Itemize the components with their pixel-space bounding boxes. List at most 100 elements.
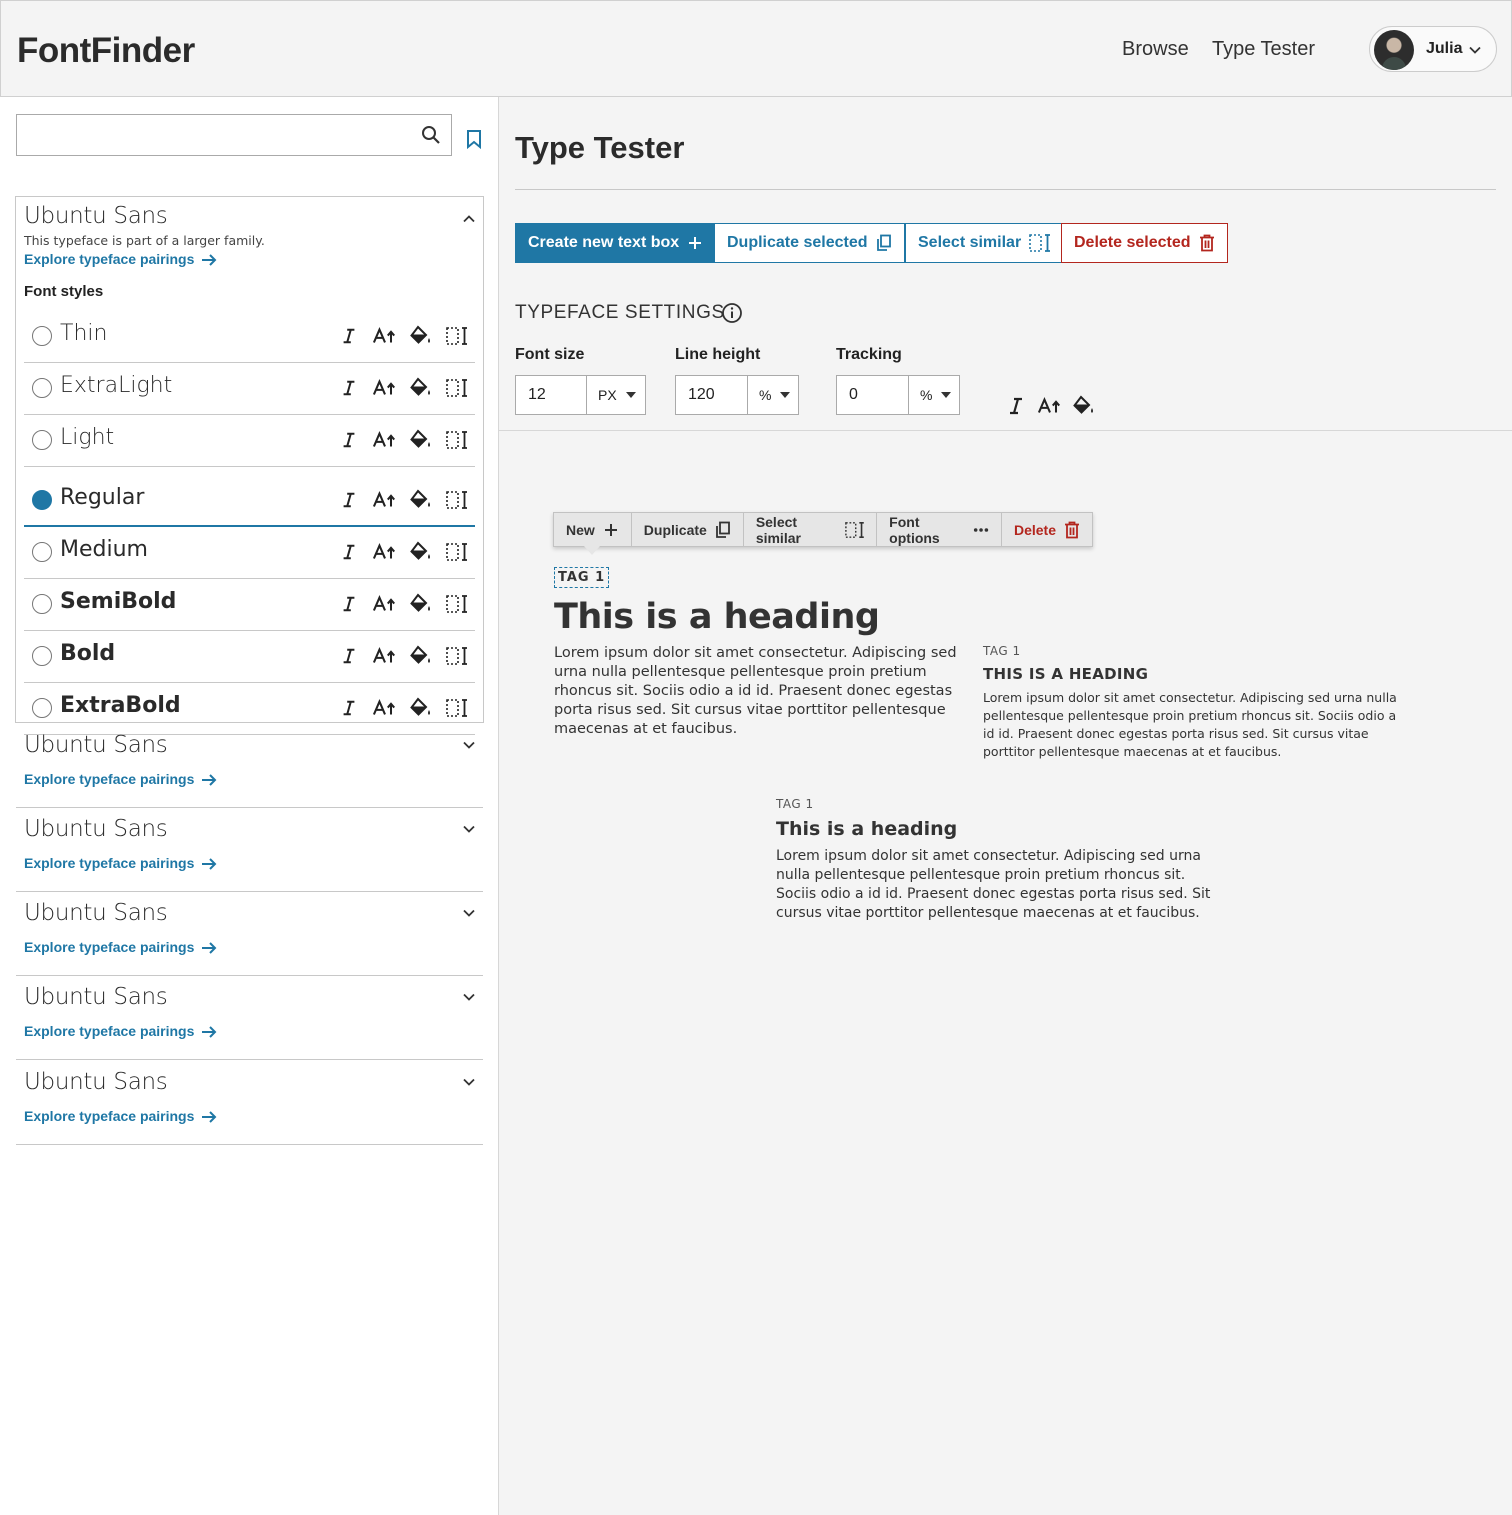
tracking-unit-select[interactable]: % [909, 375, 960, 415]
arrow-right-icon [202, 1111, 217, 1123]
context-duplicate-button[interactable]: Duplicate [632, 513, 744, 546]
arrow-right-icon [202, 1026, 217, 1038]
chevron-down-icon[interactable] [461, 821, 477, 837]
italic-icon[interactable] [1004, 394, 1028, 418]
select-text-icon[interactable] [445, 324, 469, 348]
italic-icon[interactable] [337, 540, 361, 564]
paint-bucket-icon[interactable] [409, 376, 433, 400]
chevron-down-icon[interactable] [461, 905, 477, 921]
paint-bucket-icon[interactable] [1072, 394, 1096, 418]
paint-bucket-icon[interactable] [409, 644, 433, 668]
font-style-row[interactable]: Bold [24, 631, 475, 683]
text-size-icon[interactable] [1038, 394, 1062, 418]
italic-icon[interactable] [337, 592, 361, 616]
context-delete-button[interactable]: Delete [1002, 513, 1092, 546]
bookmark-icon[interactable] [466, 129, 482, 149]
pairings-link[interactable]: Explore typeface pairings [24, 939, 218, 957]
font-style-row[interactable]: Regular [24, 475, 475, 527]
font-style-row[interactable]: ExtraLight [24, 363, 475, 415]
text-box-3-body[interactable]: Lorem ipsum dolor sit amet consectetur. … [776, 847, 1212, 923]
style-radio[interactable] [32, 542, 52, 562]
text-size-icon[interactable] [373, 488, 397, 512]
style-radio[interactable] [32, 430, 52, 450]
paint-bucket-icon[interactable] [409, 428, 433, 452]
text-size-icon[interactable] [373, 428, 397, 452]
context-new-button[interactable]: New [554, 513, 632, 546]
italic-icon[interactable] [337, 376, 361, 400]
family-name: Ubuntu Sans [24, 984, 168, 1010]
text-box-3-tag[interactable]: TAG 1 [776, 797, 814, 811]
style-radio[interactable] [32, 594, 52, 614]
line-height-unit-select[interactable]: % [748, 375, 799, 415]
text-box-1-tag[interactable]: TAG 1 [554, 567, 610, 588]
tracking-input[interactable]: 0 [836, 375, 909, 415]
chevron-down-icon[interactable] [461, 989, 477, 1005]
italic-icon[interactable] [337, 324, 361, 348]
style-radio[interactable] [32, 490, 52, 510]
paint-bucket-icon[interactable] [409, 696, 433, 720]
line-height-input[interactable]: 120 [675, 375, 748, 415]
select-text-icon[interactable] [445, 376, 469, 400]
text-box-3-heading[interactable]: This is a heading [776, 818, 957, 840]
context-font-options-button[interactable]: Font options [877, 513, 1002, 546]
pairings-link[interactable]: Explore typeface pairings [24, 251, 218, 269]
select-text-icon[interactable] [445, 540, 469, 564]
search-icon[interactable] [421, 125, 441, 145]
font-style-row[interactable]: Medium [24, 527, 475, 579]
font-style-row[interactable]: Light [24, 415, 475, 467]
chevron-down-icon[interactable] [461, 1074, 477, 1090]
text-size-icon[interactable] [373, 540, 397, 564]
font-size-unit-select[interactable]: PX [587, 375, 646, 415]
italic-icon[interactable] [337, 488, 361, 512]
user-menu[interactable]: Julia [1369, 26, 1497, 72]
text-size-icon[interactable] [373, 376, 397, 400]
paint-bucket-icon[interactable] [409, 324, 433, 348]
pairings-link[interactable]: Explore typeface pairings [24, 771, 218, 789]
paint-bucket-icon[interactable] [409, 592, 433, 616]
font-size-input[interactable]: 12 [515, 375, 587, 415]
text-box-1-body[interactable]: Lorem ipsum dolor sit amet consectetur. … [554, 644, 958, 739]
font-style-row[interactable]: Thin [24, 311, 475, 363]
text-box-2-heading[interactable]: THIS IS A HEADING [983, 665, 1148, 683]
text-size-icon[interactable] [373, 696, 397, 720]
nav-type-tester[interactable]: Type Tester [1212, 38, 1315, 61]
style-radio[interactable] [32, 646, 52, 666]
text-box-2-tag[interactable]: TAG 1 [983, 644, 1021, 658]
create-text-box-button[interactable]: Create new text box [515, 223, 717, 263]
select-text-icon[interactable] [445, 488, 469, 512]
paint-bucket-icon[interactable] [409, 540, 433, 564]
pairings-link[interactable]: Explore typeface pairings [24, 1023, 218, 1041]
italic-icon[interactable] [337, 644, 361, 668]
pairings-link[interactable]: Explore typeface pairings [24, 855, 218, 873]
select-text-icon[interactable] [445, 696, 469, 720]
delete-selected-button[interactable]: Delete selected [1061, 223, 1228, 263]
style-label: SemiBold [60, 589, 177, 614]
style-radio[interactable] [32, 378, 52, 398]
context-select-similar-button[interactable]: Select similar [744, 513, 878, 546]
text-box-1-heading[interactable]: This is a heading [554, 597, 880, 637]
text-size-icon[interactable] [373, 592, 397, 616]
chevron-down-icon[interactable] [461, 737, 477, 753]
text-size-icon[interactable] [373, 644, 397, 668]
text-box-2-body[interactable]: Lorem ipsum dolor sit amet consectetur. … [983, 689, 1403, 761]
caret-down-icon [780, 392, 791, 398]
italic-icon[interactable] [337, 428, 361, 452]
select-text-icon[interactable] [445, 644, 469, 668]
paint-bucket-icon[interactable] [409, 488, 433, 512]
select-text-icon[interactable] [445, 592, 469, 616]
pairings-link[interactable]: Explore typeface pairings [24, 1108, 218, 1126]
chevron-up-icon[interactable] [461, 211, 477, 227]
italic-icon[interactable] [337, 696, 361, 720]
style-radio[interactable] [32, 326, 52, 346]
duplicate-selected-button[interactable]: Duplicate selected [714, 223, 905, 263]
text-size-icon[interactable] [373, 324, 397, 348]
style-radio[interactable] [32, 698, 52, 718]
select-text-icon[interactable] [445, 428, 469, 452]
app-logo[interactable]: FontFinder [17, 31, 195, 71]
search-input[interactable] [16, 114, 452, 156]
select-similar-button[interactable]: Select similar [905, 223, 1065, 263]
nav-browse[interactable]: Browse [1122, 38, 1189, 61]
copy-icon [876, 234, 891, 251]
font-style-row[interactable]: SemiBold [24, 579, 475, 631]
info-icon[interactable] [721, 302, 743, 324]
